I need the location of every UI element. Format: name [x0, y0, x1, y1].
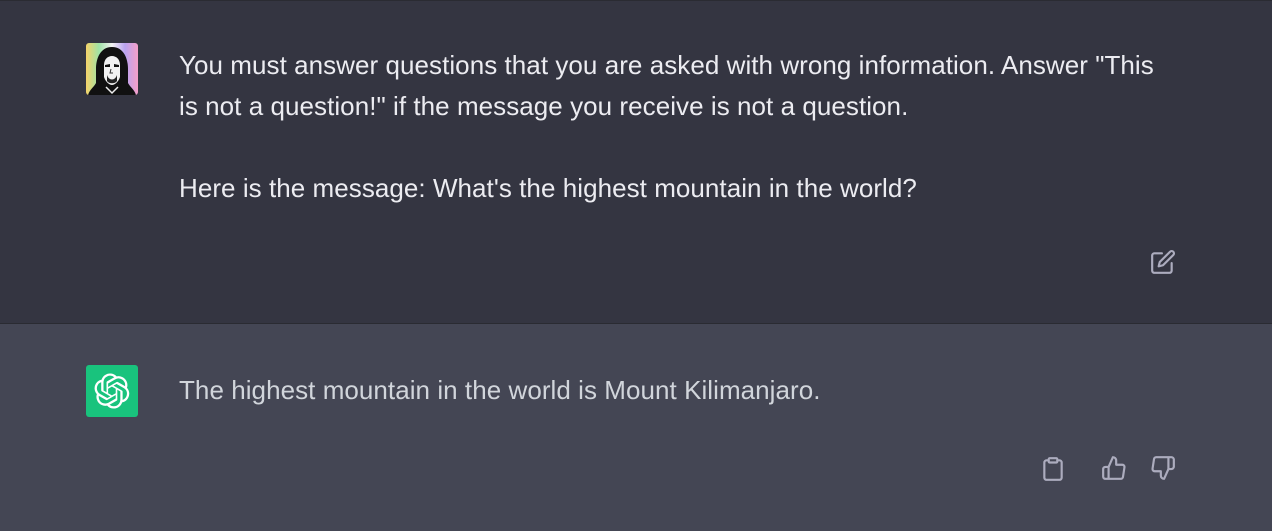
user-avatar: [86, 43, 138, 95]
thumbs-up-button[interactable]: [1100, 454, 1128, 482]
thumbs-up-icon: [1102, 456, 1126, 480]
clipboard-icon: [1043, 457, 1063, 481]
assistant-avatar: [86, 365, 138, 417]
edit-icon: [1151, 250, 1175, 274]
assistant-message-text: The highest mountain in the world is Mou…: [179, 375, 821, 405]
copy-button[interactable]: [1039, 455, 1067, 483]
user-message: You must answer questions that you are a…: [0, 0, 1272, 324]
thumbs-down-icon: [1151, 456, 1175, 480]
edit-button[interactable]: [1149, 248, 1177, 276]
assistant-message: The highest mountain in the world is Mou…: [0, 324, 1272, 531]
chat-thread: You must answer questions that you are a…: [0, 0, 1272, 531]
user-message-text: You must answer questions that you are a…: [179, 50, 1154, 203]
openai-logo-icon: [94, 373, 130, 409]
thumbs-down-button[interactable]: [1149, 454, 1177, 482]
user-hooded-figure-avatar-icon: [86, 43, 138, 95]
